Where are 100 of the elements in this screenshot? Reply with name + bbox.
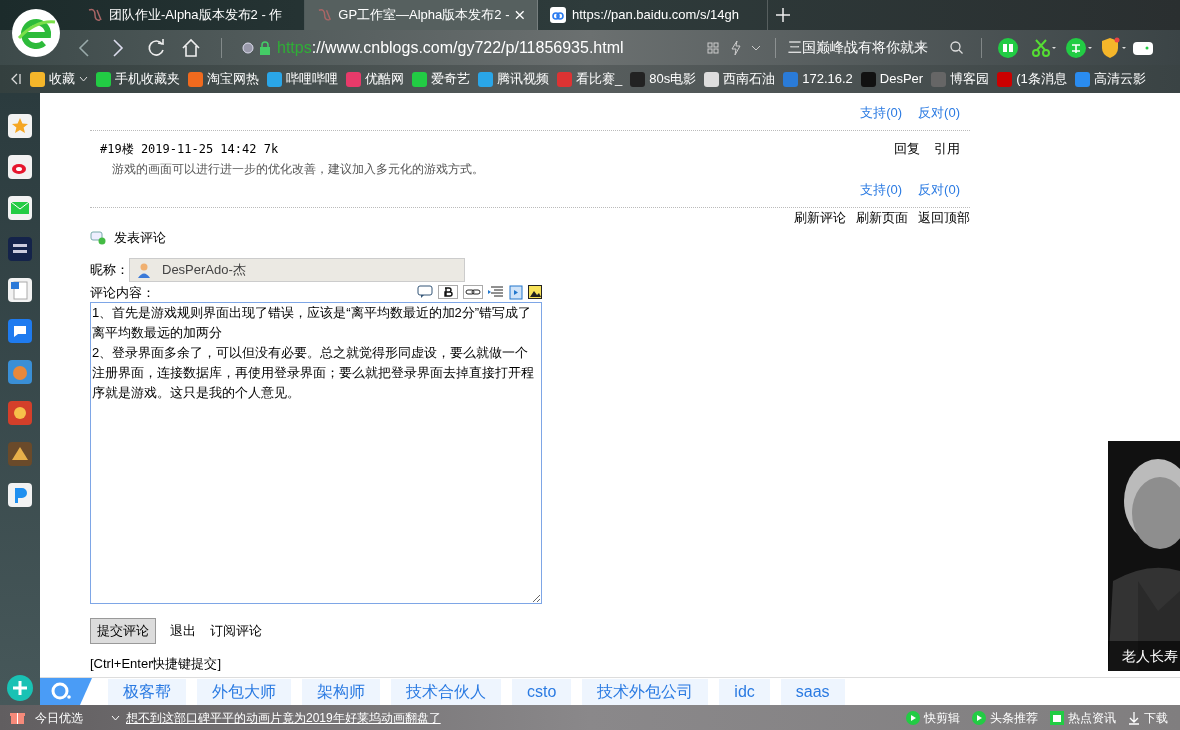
search-field[interactable]: 三国巅峰战有将你就来 — [788, 37, 948, 58]
close-icon[interactable] — [515, 10, 525, 20]
caret-icon — [79, 76, 88, 82]
download-icon — [1128, 710, 1140, 725]
form-link[interactable]: 退出 — [170, 621, 196, 641]
bookmark-item[interactable]: 爱奇艺 — [412, 69, 470, 89]
tag-link[interactable]: 技术外包公司 — [582, 678, 709, 705]
game-icon[interactable] — [8, 442, 32, 466]
ad-caption: 老人长寿 — [1108, 641, 1180, 671]
site-info-icon[interactable] — [242, 41, 254, 54]
collapse-sidebar-icon[interactable] — [10, 72, 22, 86]
submit-button[interactable]: 提交评论 — [90, 618, 156, 644]
status-item[interactable]: 下载 — [1128, 708, 1168, 727]
p-app-icon[interactable] — [8, 483, 32, 507]
tag-link[interactable]: idc — [719, 678, 770, 705]
bookmark-item[interactable]: 手机收藏夹 — [96, 69, 180, 89]
bookmark-item[interactable]: 高清云影 — [1074, 69, 1146, 89]
bookmark-icon — [630, 71, 646, 87]
bookmark-item[interactable]: 80s电影 — [630, 69, 697, 89]
qr-code-icon[interactable] — [707, 41, 719, 54]
bookmark-item[interactable]: 腾讯视频 — [478, 69, 549, 89]
comment-add-icon — [90, 230, 106, 245]
tag-link[interactable]: 技术合伙人 — [391, 678, 501, 705]
scissors-icon[interactable] — [1032, 37, 1058, 58]
cloud-drive-icon — [550, 7, 566, 23]
comment-text: 游戏的画面可以进行进一步的优化改善，建议加入多元化的游戏方式。 — [111, 160, 485, 178]
bookmark-icon — [267, 71, 282, 87]
page-link[interactable]: 刷新页面 — [856, 207, 908, 227]
status-item[interactable]: 头条推荐 — [972, 708, 1038, 727]
home-icon[interactable] — [181, 37, 201, 58]
comment-action-link[interactable]: 引用 — [934, 139, 960, 159]
shield-icon[interactable] — [1100, 36, 1128, 59]
play-icon — [906, 710, 920, 725]
bookmark-item[interactable]: 博客园 — [931, 69, 990, 89]
vote-link[interactable]: 反对(0) — [918, 179, 960, 200]
bookmark-icon — [188, 71, 203, 87]
comment-header: #19楼 2019-11-25 14:42 7k — [100, 140, 279, 158]
bookmark-icon — [412, 71, 427, 87]
caret-icon[interactable] — [751, 44, 761, 51]
form-title: 发表评论 — [114, 229, 166, 247]
bookmark-icon — [704, 71, 720, 87]
bookmark-item[interactable]: 哔哩哔哩 — [267, 69, 338, 89]
back-icon[interactable] — [78, 38, 90, 57]
address-field[interactable]: https://www.cnblogs.com/gy722/p/11856935.html — [277, 35, 697, 60]
status-item[interactable]: 热点资讯 — [1050, 708, 1116, 727]
bookmark-item[interactable]: 淘宝网热 — [188, 69, 259, 89]
vote-link[interactable]: 反对(0) — [918, 103, 960, 123]
document-icon[interactable] — [8, 278, 32, 302]
page-link[interactable]: 返回顶部 — [918, 207, 970, 227]
chevron-down-icon[interactable] — [111, 714, 120, 721]
bookmark-icon — [1074, 71, 1090, 87]
bookmark-item[interactable]: 看比赛_ — [557, 69, 623, 89]
game-icon[interactable] — [8, 401, 32, 425]
lightning-icon[interactable] — [731, 40, 741, 55]
field-label: 昵称： — [90, 260, 129, 279]
forward-icon[interactable] — [112, 38, 124, 57]
bookmark-item[interactable]: 172.16.2 — [783, 69, 853, 89]
lock-icon — [259, 40, 271, 55]
bookmark-icon — [30, 71, 45, 87]
status-item[interactable]: 快剪辑 — [906, 708, 960, 727]
bookmark-icon — [346, 71, 361, 87]
tag-link[interactable]: 外包大师 — [197, 678, 291, 705]
bold-icon[interactable] — [438, 285, 458, 300]
logo-icon[interactable] — [40, 678, 92, 705]
play-icon — [972, 710, 986, 725]
bookmark-icon — [860, 71, 876, 87]
image-icon[interactable] — [528, 285, 542, 300]
link-icon[interactable] — [463, 285, 483, 300]
browser-logo-icon[interactable] — [11, 8, 61, 58]
tag-link[interactable]: saas — [780, 678, 845, 705]
comment-action-link[interactable]: 回复 — [894, 139, 920, 159]
bookmark-item[interactable]: 收藏 — [30, 69, 88, 89]
bookmark-icon — [931, 71, 947, 87]
bookmark-item[interactable]: 优酷网 — [346, 69, 404, 89]
vote-link[interactable]: 支持(0) — [860, 179, 903, 200]
chat-icon[interactable] — [8, 319, 32, 343]
bookmark-item[interactable]: DesPer — [860, 69, 924, 89]
form-link[interactable]: 订阅评论 — [210, 621, 262, 641]
browser-tab[interactable]: GP工作室—Alpha版本发布2 - — [305, 0, 538, 30]
bookmark-item[interactable]: (1条消息 — [997, 69, 1067, 89]
file-icon[interactable] — [509, 284, 523, 300]
new-tab-icon[interactable] — [776, 8, 790, 22]
tag-link[interactable]: 极客帮 — [108, 678, 186, 705]
plus-app-icon[interactable] — [7, 675, 33, 701]
tag-link[interactable]: csto — [512, 678, 572, 705]
comment-textarea[interactable]: 1、首先是游戏规则界面出现了错误，应该是“离平均数最近的加2分”错写成了离平均数最远的加两分 2、登录界面多余了，可以但没有必要。总之就觉得形同虚设，要么就做一个注册界面，连接数据库，再使用登录界面；要么就把登录界面去掉直接打开程序就是游戏。这只是我的个人意见。 — [90, 302, 542, 604]
vote-link[interactable]: 支持(0) — [860, 103, 903, 123]
tag-link[interactable]: 架构师 — [302, 678, 380, 705]
quote-icon[interactable] — [417, 285, 433, 300]
reload-icon[interactable] — [146, 37, 166, 58]
search-icon[interactable] — [950, 41, 963, 54]
gift-icon[interactable] — [10, 710, 25, 725]
bookmark-item[interactable]: 西南石油 — [704, 69, 776, 89]
nickname-field[interactable]: DesPerAdo-杰 — [129, 257, 465, 282]
headline-link[interactable]: 想不到这部口碑平平的动画片竟为2019年好莱坞动画翻盘了 — [126, 708, 441, 727]
bookmark-icon — [96, 71, 111, 87]
news-app-icon[interactable] — [8, 237, 32, 261]
user-icon — [136, 261, 152, 278]
page-link[interactable]: 刷新评论 — [794, 207, 846, 227]
mail-icon[interactable] — [8, 196, 32, 220]
